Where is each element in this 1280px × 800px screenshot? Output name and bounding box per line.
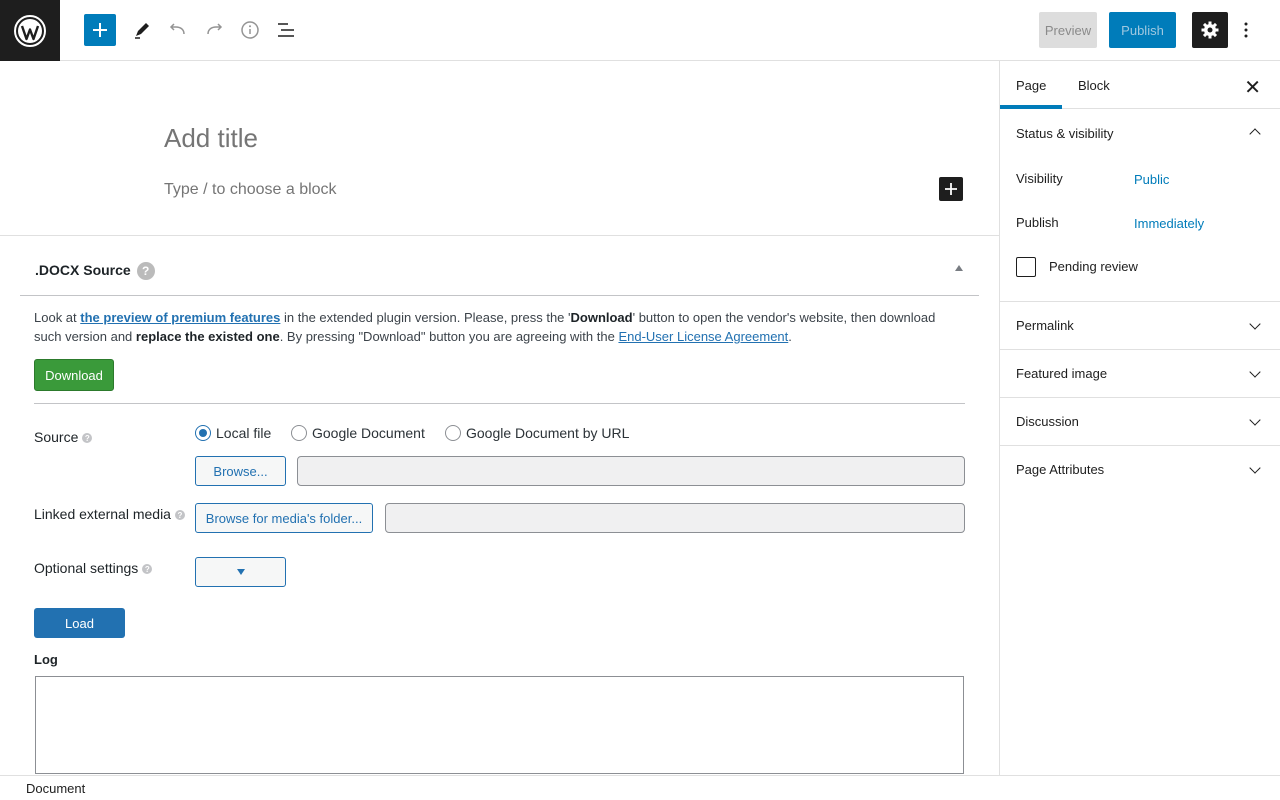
plus-icon — [945, 183, 957, 195]
chevron-down-icon — [1249, 414, 1261, 426]
radio-label: Google Document by URL — [466, 425, 630, 441]
optional-settings-label: Optional settings? — [34, 560, 153, 576]
wordpress-icon — [14, 14, 46, 47]
plus-icon — [93, 23, 107, 37]
options-button[interactable] — [1236, 12, 1256, 48]
chevron-down-icon — [1249, 366, 1261, 378]
panel-title[interactable]: Status & visibility — [1016, 126, 1114, 141]
visibility-toggle[interactable]: Public — [1134, 172, 1169, 187]
log-textarea[interactable] — [35, 676, 964, 774]
publish-button[interactable]: Publish — [1109, 12, 1176, 48]
radio-button[interactable] — [195, 425, 211, 441]
details-button[interactable] — [234, 12, 266, 48]
radio-google-document[interactable]: Google Document — [291, 425, 425, 441]
redo-icon — [207, 23, 223, 35]
editor-header: Preview Publish — [0, 0, 1280, 61]
caret-down-icon — [236, 569, 245, 575]
panel-status-visibility: Status & visibility Visibility Public Pu… — [1000, 109, 1280, 302]
undo-button[interactable] — [162, 12, 194, 48]
metabox-divider — [0, 235, 999, 236]
panel-page-attributes[interactable]: Page Attributes — [1000, 446, 1280, 494]
info-icon — [241, 21, 259, 39]
section-divider — [34, 403, 965, 404]
notice-text: Look at — [34, 310, 81, 325]
pencil-icon — [135, 23, 149, 39]
redo-button[interactable] — [198, 12, 230, 48]
list-view-button[interactable] — [270, 12, 302, 48]
eula-link[interactable]: End-User License Agreement — [618, 329, 788, 344]
tab-block[interactable]: Block — [1062, 61, 1126, 109]
chevron-down-icon — [1249, 462, 1261, 474]
load-button[interactable]: Load — [34, 608, 125, 638]
linked-media-label: Linked external media? — [34, 506, 185, 522]
panel-discussion[interactable]: Discussion — [1000, 398, 1280, 446]
radio-button[interactable] — [445, 425, 461, 441]
more-vertical-icon — [1244, 22, 1248, 38]
gear-icon — [1201, 21, 1219, 39]
metabox-title: .DOCX Source? — [35, 262, 155, 281]
optional-settings-dropdown[interactable] — [195, 557, 286, 587]
editor-canvas: Add title Type / to choose a block .DOCX… — [0, 61, 999, 775]
pending-review-checkbox[interactable] — [1016, 257, 1036, 277]
help-icon[interactable]: ? — [82, 433, 93, 444]
tools-button[interactable] — [126, 12, 158, 48]
panel-title: Permalink — [1016, 318, 1074, 333]
radio-label: Google Document — [312, 425, 425, 441]
pending-review-label: Pending review — [1049, 259, 1138, 274]
notice-text: in the extended plugin version. Please, … — [280, 310, 571, 325]
undo-icon — [169, 23, 185, 35]
collapse-arrow-icon[interactable] — [955, 265, 963, 271]
docx-source-metabox-header[interactable]: .DOCX Source? — [20, 251, 979, 296]
source-label: Source? — [34, 429, 93, 445]
settings-button[interactable] — [1192, 12, 1228, 48]
settings-sidebar: Page Block ✕ Status & visibility Visibil… — [999, 61, 1280, 775]
radio-google-document-url[interactable]: Google Document by URL — [445, 425, 629, 441]
log-label: Log — [34, 652, 58, 667]
radio-local-file[interactable]: Local file — [195, 425, 271, 441]
block-breadcrumb-bar: Document — [0, 775, 1280, 800]
radio-label: Local file — [216, 425, 272, 441]
tab-page[interactable]: Page — [1000, 61, 1062, 109]
preview-button[interactable]: Preview — [1039, 12, 1097, 48]
panel-permalink[interactable]: Permalink — [1000, 302, 1280, 350]
notice-text: . By pressing "Download" button you are … — [279, 329, 619, 344]
notice-bold: Download — [570, 310, 633, 325]
notice-bold: replace the existed one — [135, 329, 280, 344]
media-folder-field[interactable] — [385, 503, 965, 533]
download-button[interactable]: Download — [34, 359, 114, 391]
publish-date-toggle[interactable]: Immediately — [1134, 216, 1204, 231]
post-title-input[interactable]: Add title — [164, 123, 258, 154]
sidebar-tabs: Page Block ✕ — [1000, 61, 1280, 109]
help-icon[interactable]: ? — [142, 564, 153, 575]
help-icon[interactable]: ? — [174, 510, 185, 521]
panel-featured-image[interactable]: Featured image — [1000, 350, 1280, 398]
premium-features-link[interactable]: the preview of premium features — [80, 310, 280, 325]
panel-title: Discussion — [1016, 414, 1079, 429]
publish-label: Publish — [1016, 215, 1059, 230]
radio-button[interactable] — [291, 425, 307, 441]
premium-notice: Look at the preview of premium features … — [34, 308, 954, 346]
browse-button[interactable]: Browse... — [195, 456, 286, 486]
panel-title: Page Attributes — [1016, 462, 1105, 477]
file-path-field[interactable] — [297, 456, 965, 486]
notice-text: . — [788, 329, 792, 344]
close-icon[interactable]: ✕ — [1244, 75, 1261, 100]
breadcrumb-document[interactable]: Document — [26, 781, 85, 796]
chevron-down-icon — [1249, 318, 1261, 330]
block-appender[interactable]: Type / to choose a block — [164, 181, 337, 199]
browse-media-folder-button[interactable]: Browse for media's folder... — [195, 503, 373, 533]
panel-title: Featured image — [1016, 366, 1108, 381]
inline-add-block-button[interactable] — [939, 177, 963, 201]
add-block-button[interactable] — [84, 14, 116, 46]
metabox-title-text: .DOCX Source — [35, 262, 131, 278]
list-view-icon — [278, 23, 294, 37]
help-icon[interactable]: ? — [136, 262, 155, 281]
chevron-up-icon[interactable] — [1249, 128, 1261, 140]
visibility-label: Visibility — [1016, 171, 1063, 186]
wordpress-logo[interactable] — [0, 0, 60, 61]
